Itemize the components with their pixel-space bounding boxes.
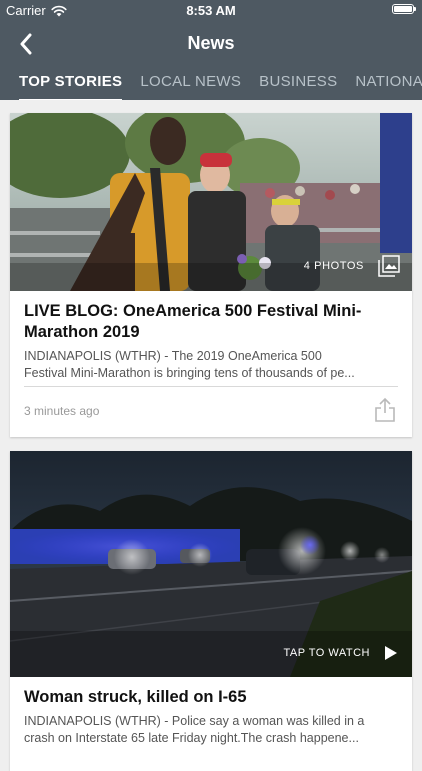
battery-icon (392, 4, 416, 14)
summary-line: INDIANAPOLIS (WTHR) - Police say a woman… (24, 714, 365, 728)
navigation-bar: News (0, 22, 422, 66)
share-button[interactable] (373, 397, 397, 423)
summary-line: crash on Interstate 65 late Friday night… (24, 731, 359, 745)
article-card[interactable]: 4 PHOTOS LIVE BLOG: OneAmerica 500 Festi… (10, 113, 412, 437)
article-card[interactable]: TAP TO WATCH Woman struck, killed on I-6… (10, 451, 412, 771)
tab-top-stories[interactable]: TOP STORIES (10, 66, 131, 100)
tab-local-news[interactable]: LOCAL NEWS (131, 66, 250, 100)
article-body: Woman struck, killed on I-65 INDIANAPOLI… (10, 677, 412, 747)
article-footer: 3 minutes ago (10, 387, 412, 437)
watch-label: TAP TO WATCH (283, 647, 370, 659)
article-summary: INDIANAPOLIS (WTHR) - The 2019 OneAmeric… (24, 348, 398, 382)
summary-line: INDIANAPOLIS (WTHR) - The 2019 OneAmeric… (24, 349, 322, 363)
article-photo[interactable]: 4 PHOTOS (10, 113, 412, 291)
article-body: LIVE BLOG: OneAmerica 500 Festival Mini-… (10, 291, 412, 382)
status-time: 8:53 AM (186, 3, 236, 18)
video-overlay: TAP TO WATCH (284, 645, 398, 661)
gallery-icon (378, 255, 400, 277)
play-icon (385, 646, 397, 660)
section-tabs: TOP STORIES LOCAL NEWS BUSINESS NATIONAL (0, 66, 422, 100)
status-bar: Carrier 8:53 AM (0, 0, 422, 22)
photo-count-overlay: 4 PHOTOS (304, 255, 400, 277)
article-video[interactable]: TAP TO WATCH (10, 451, 412, 677)
article-title[interactable]: Woman struck, killed on I-65 (24, 687, 398, 708)
share-icon (375, 397, 395, 422)
page-title: News (187, 33, 235, 53)
tab-national[interactable]: NATIONAL (346, 66, 422, 100)
tab-business[interactable]: BUSINESS (250, 66, 346, 100)
summary-line: Festival Mini-Marathon is bringing tens … (24, 366, 355, 380)
article-summary: INDIANAPOLIS (WTHR) - Police say a woman… (24, 713, 398, 747)
crash-scene-photo (10, 451, 412, 677)
app-header: Carrier 8:53 AM News TOP STORIES LOCAL N… (0, 0, 422, 100)
article-title[interactable]: LIVE BLOG: OneAmerica 500 Festival Mini-… (24, 301, 398, 343)
photo-count-label: 4 PHOTOS (303, 260, 364, 272)
article-timestamp: 3 minutes ago (24, 404, 100, 418)
